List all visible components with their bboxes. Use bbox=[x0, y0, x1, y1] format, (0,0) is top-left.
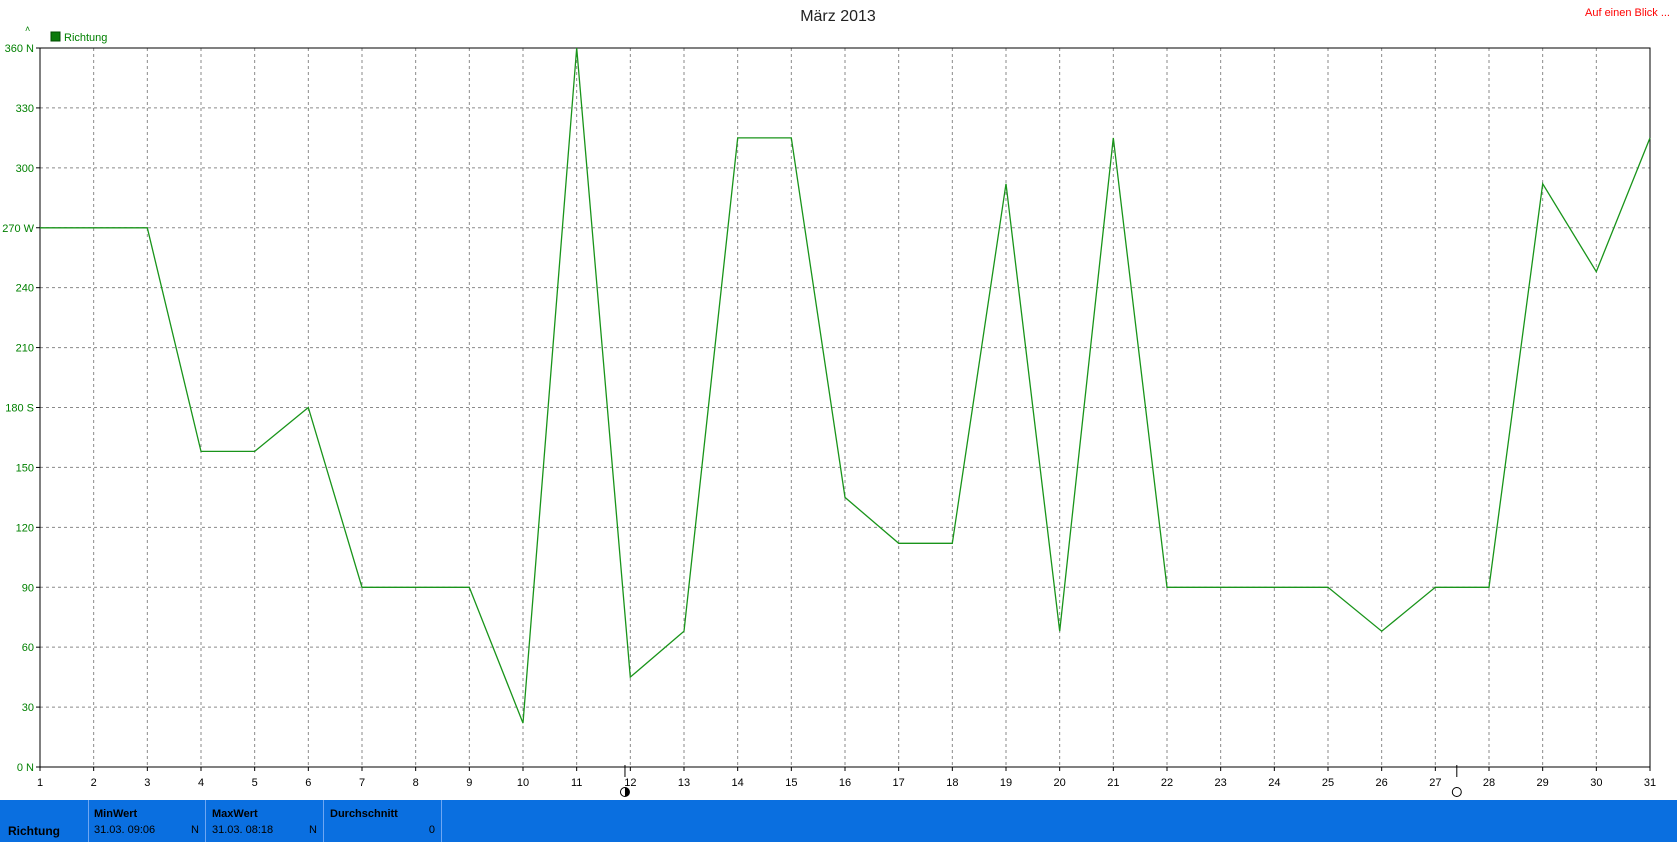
x-tick-label: 26 bbox=[1376, 777, 1388, 789]
stat-max-cell: MaxWert 31.03. 08:18 N bbox=[206, 800, 324, 842]
y-tick-label: 210 bbox=[16, 343, 34, 355]
x-tick-label: 23 bbox=[1215, 777, 1227, 789]
y-tick-label: 90 bbox=[22, 582, 34, 594]
x-tick-label: 13 bbox=[678, 777, 690, 789]
y-tick-label: 240 bbox=[16, 283, 34, 295]
x-tick-label: 10 bbox=[517, 777, 529, 789]
stat-max-value: 31.03. 08:18 bbox=[212, 824, 274, 836]
legend-label: Richtung bbox=[64, 32, 107, 44]
x-tick-label: 18 bbox=[946, 777, 958, 789]
stat-avg-unit: 0 bbox=[428, 824, 435, 836]
x-tick-label: 11 bbox=[571, 777, 582, 789]
tiny-mark-icon: ˄ bbox=[25, 24, 30, 34]
legend-swatch bbox=[50, 31, 61, 42]
x-tick-label: 22 bbox=[1161, 777, 1173, 789]
x-tick-label: 1 bbox=[37, 777, 43, 789]
full-moon-icon bbox=[1451, 787, 1462, 797]
y-tick-label: 360 N bbox=[5, 43, 34, 55]
x-tick-label: 16 bbox=[839, 777, 851, 789]
moon-markers bbox=[619, 765, 1462, 797]
stat-avg-cell: Durchschnitt 0 bbox=[324, 800, 442, 842]
y-axis-ticks: 360 N 330 300 270 W 240 210 180 S 150 120 90 60 30 0… bbox=[2, 43, 40, 774]
x-tick-label: 28 bbox=[1483, 777, 1495, 789]
x-tick-label: 9 bbox=[466, 777, 472, 789]
x-tick-label: 5 bbox=[252, 777, 258, 789]
stat-avg-header: Durchschnitt bbox=[330, 808, 398, 820]
y-tick-label: 270 W bbox=[2, 223, 34, 235]
x-tick-label: 8 bbox=[413, 777, 419, 789]
x-tick-label: 21 bbox=[1107, 777, 1119, 789]
x-tick-label: 3 bbox=[144, 777, 150, 789]
y-tick-label: 120 bbox=[16, 522, 34, 534]
stat-max-unit: N bbox=[309, 824, 317, 836]
statistics-bar: Richtung MinWert 31.03. 09:06 N MaxWert … bbox=[0, 800, 1677, 842]
x-tick-label: 24 bbox=[1268, 777, 1280, 789]
y-tick-label: 330 bbox=[16, 103, 34, 115]
x-tick-label: 2 bbox=[91, 777, 97, 789]
stat-min-value: 31.03. 09:06 bbox=[94, 824, 156, 836]
x-tick-label: 14 bbox=[732, 777, 744, 789]
chart-title: März 2013 bbox=[800, 8, 876, 25]
x-tick-label: 30 bbox=[1590, 777, 1602, 789]
y-tick-label: 180 S bbox=[5, 403, 34, 415]
x-axis-ticks: 1 2 3 4 5 6 7 8 9 10 11 12 13 14 15 16 17 18 19 20 21 22 23 24 2… bbox=[37, 767, 1656, 789]
x-tick-label: 7 bbox=[359, 777, 365, 789]
x-tick-label: 17 bbox=[893, 777, 905, 789]
x-tick-label: 20 bbox=[1054, 777, 1066, 789]
x-tick-label: 19 bbox=[1000, 777, 1012, 789]
stat-row-label: Richtung bbox=[8, 824, 60, 838]
x-tick-label: 31 bbox=[1644, 777, 1656, 789]
stat-row-label-cell: Richtung bbox=[0, 800, 89, 842]
y-tick-label: 150 bbox=[16, 462, 34, 474]
stat-min-header: MinWert bbox=[94, 808, 138, 820]
stat-max-header: MaxWert bbox=[212, 808, 258, 820]
y-tick-label: 30 bbox=[22, 702, 34, 714]
x-tick-label: 6 bbox=[305, 777, 311, 789]
x-tick-label: 27 bbox=[1429, 777, 1441, 789]
y-tick-label: 60 bbox=[22, 642, 34, 654]
chart-area: März 2013 Auf einen Blick ... ˄ Richtung… bbox=[2, 7, 1670, 797]
x-tick-label: 25 bbox=[1322, 777, 1334, 789]
y-tick-label: 0 N bbox=[17, 762, 34, 774]
x-tick-label: 29 bbox=[1537, 777, 1549, 789]
x-tick-label: 4 bbox=[198, 777, 204, 789]
overview-link[interactable]: Auf einen Blick ... bbox=[1585, 7, 1670, 19]
grid-lines bbox=[40, 48, 1650, 767]
y-tick-label: 300 bbox=[16, 163, 34, 175]
stat-min-unit: N bbox=[191, 824, 199, 836]
x-tick-label: 15 bbox=[785, 777, 797, 789]
stat-min-cell: MinWert 31.03. 09:06 N bbox=[88, 800, 206, 842]
